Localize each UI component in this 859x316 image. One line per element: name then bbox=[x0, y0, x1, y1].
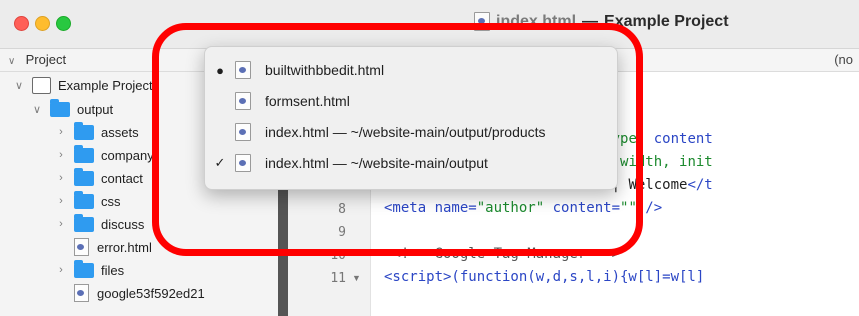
close-window-button[interactable] bbox=[14, 16, 29, 31]
project-section-label: Project bbox=[25, 52, 67, 67]
window-title-project: Example Project bbox=[604, 12, 729, 30]
tree-row-contact[interactable]: › contact bbox=[54, 166, 143, 190]
tree-item-label: files bbox=[101, 262, 125, 278]
tree-row-project[interactable]: ∨ Example Project bbox=[12, 73, 153, 97]
code-token: <meta name= bbox=[384, 200, 477, 216]
open-document-menu-item[interactable]: formsent.html bbox=[205, 86, 617, 116]
html-file-icon bbox=[74, 284, 89, 302]
html-file-icon bbox=[235, 154, 251, 172]
folder-icon bbox=[74, 144, 94, 163]
disclosure-collapsed-icon[interactable]: › bbox=[54, 149, 68, 161]
code-token: <!-- Google Tag Manager --> bbox=[384, 246, 621, 262]
disclosure-expanded-icon[interactable]: ∨ bbox=[30, 103, 44, 116]
tree-item-label: contact bbox=[101, 170, 143, 186]
code-token: "" bbox=[620, 200, 637, 216]
code-token: </t bbox=[687, 177, 713, 193]
code-line[interactable]: <!-- Google Tag Manager --> bbox=[384, 246, 620, 262]
tree-item-label: discuss bbox=[101, 216, 145, 232]
code-token: /> bbox=[636, 200, 663, 216]
folder-icon bbox=[74, 121, 94, 140]
menu-item-label: index.html — ~/website-main/output/produ… bbox=[265, 124, 546, 140]
open-document-menu-item[interactable]: index.html — ~/website-main/output/produ… bbox=[205, 117, 617, 147]
code-token: content bbox=[645, 131, 713, 147]
chevron-down-icon[interactable]: ∨ bbox=[8, 51, 22, 73]
disclosure-collapsed-icon[interactable]: › bbox=[54, 195, 68, 207]
tree-row-discuss[interactable]: › discuss bbox=[54, 212, 144, 236]
open-document-menu-item[interactable]: ● builtwithbbedit.html bbox=[205, 55, 617, 85]
html-file-icon bbox=[235, 123, 251, 141]
line-number: 10 bbox=[330, 248, 346, 263]
html-file-icon bbox=[235, 61, 251, 79]
project-name: Example Project bbox=[58, 77, 153, 93]
html-file-icon bbox=[74, 238, 89, 256]
code-token: <script>(function(w,d,s,l,i){w[l]=w[l] bbox=[384, 269, 705, 285]
folder-icon bbox=[74, 190, 94, 209]
title-bar: index.html — Example Project bbox=[0, 0, 859, 49]
tree-row-company[interactable]: › company bbox=[54, 143, 154, 167]
tree-item-label: company bbox=[101, 147, 154, 163]
tree-row-assets[interactable]: › assets bbox=[54, 120, 139, 144]
disclosure-collapsed-icon[interactable]: › bbox=[54, 264, 68, 276]
folder-icon bbox=[74, 167, 94, 186]
editor-header-info: (no bbox=[834, 52, 853, 67]
minimize-window-button[interactable] bbox=[35, 16, 50, 31]
folder-icon bbox=[74, 259, 94, 278]
code-line[interactable]: <meta name="author" content="" /> bbox=[384, 200, 662, 216]
open-document-menu-item[interactable]: ✓ index.html — ~/website-main/output bbox=[205, 148, 617, 178]
disclosure-expanded-icon[interactable]: ∨ bbox=[12, 79, 26, 92]
folder-icon bbox=[50, 98, 70, 117]
checkmark-icon: ✓ bbox=[214, 155, 226, 170]
folder-icon bbox=[74, 213, 94, 232]
html-document-icon bbox=[474, 12, 490, 31]
html-file-icon bbox=[235, 92, 251, 110]
line-number: 11 bbox=[330, 271, 346, 286]
project-icon bbox=[32, 76, 51, 94]
tree-item-label: error.html bbox=[97, 239, 152, 255]
zoom-window-button[interactable] bbox=[56, 16, 71, 31]
window-title: index.html — Example Project bbox=[474, 12, 729, 31]
modified-dot-icon: ● bbox=[216, 62, 224, 78]
disclosure-collapsed-icon[interactable]: › bbox=[54, 126, 68, 138]
code-token: "author" bbox=[476, 200, 545, 216]
line-number: 8 bbox=[338, 202, 346, 217]
menu-item-label: index.html — ~/website-main/output bbox=[265, 155, 488, 171]
line-number: 9 bbox=[338, 225, 346, 240]
disclosure-collapsed-icon[interactable]: › bbox=[54, 172, 68, 184]
disclosure-collapsed-icon[interactable]: › bbox=[54, 218, 68, 230]
fold-triangle-icon[interactable]: ▼ bbox=[352, 273, 361, 283]
tree-row-output[interactable]: ∨ output bbox=[30, 97, 113, 121]
tree-row-css[interactable]: › css bbox=[54, 189, 121, 213]
menu-item-label: formsent.html bbox=[265, 93, 350, 109]
menu-item-label: builtwithbbedit.html bbox=[265, 62, 385, 78]
window-title-separator: — bbox=[582, 12, 599, 30]
tree-item-label: google53f592ed21 bbox=[97, 285, 205, 301]
open-documents-menu: ● builtwithbbedit.html formsent.html index.… bbox=[204, 46, 618, 190]
tree-row-files[interactable]: › files bbox=[54, 258, 124, 282]
window-title-file: index.html bbox=[496, 12, 577, 30]
tree-item-label: assets bbox=[101, 124, 139, 140]
tree-row-error-html[interactable]: error.html bbox=[54, 235, 152, 259]
tree-item-label: css bbox=[101, 193, 121, 209]
tree-row-google53f592ed21[interactable]: google53f592ed21 bbox=[54, 281, 205, 305]
code-token: content= bbox=[544, 200, 621, 216]
tree-item-label: output bbox=[77, 101, 114, 117]
code-line[interactable]: <script>(function(w,d,s,l,i){w[l]=w[l] bbox=[384, 269, 704, 285]
